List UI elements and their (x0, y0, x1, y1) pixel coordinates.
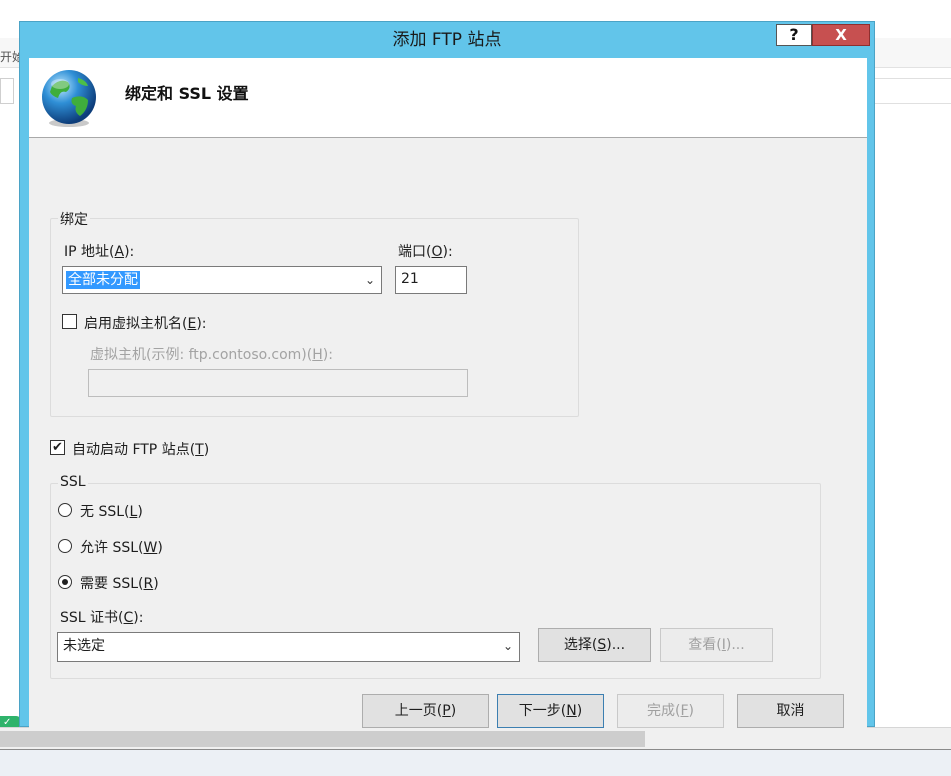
vhost-enable-checkbox[interactable] (62, 314, 77, 329)
help-button[interactable]: ? (776, 24, 812, 46)
ssl-option-none-radio[interactable] (58, 503, 72, 517)
dialog-titlebar[interactable]: 添加 FTP 站点 ? X (20, 22, 874, 58)
horizontal-scrollbar[interactable] (0, 727, 951, 749)
next-button[interactable]: 下一步(N) (497, 694, 604, 728)
chevron-down-icon: ⌄ (502, 639, 513, 653)
ssl-option-require-radio[interactable] (58, 575, 72, 589)
ip-address-label: IP 地址(A): (64, 244, 135, 260)
dialog-client-area: 绑定和 SSL 设置 绑定 IP 地址(A): 全部未分配 ⌄ 端口(O): 2… (29, 58, 867, 728)
autostart-checkbox[interactable]: ✔ (50, 440, 65, 455)
ip-address-value: 全部未分配 (66, 271, 140, 289)
ssl-cert-value: 未选定 (63, 638, 105, 654)
ssl-group-label: SSL (58, 474, 88, 490)
ssl-option-allow-label[interactable]: 允许 SSL(W) (80, 537, 163, 557)
cancel-button[interactable]: 取消 (737, 694, 844, 728)
ssl-cert-select[interactable]: 未选定 ⌄ (57, 632, 520, 662)
vhost-label: 虚拟主机(示例: ftp.contoso.com)(H): (90, 347, 333, 363)
ssl-cert-select-button[interactable]: 选择(S)... (538, 628, 651, 662)
ssl-option-require-label[interactable]: 需要 SSL(R) (80, 573, 159, 593)
vhost-input[interactable] (88, 369, 468, 397)
wizard-page-title: 绑定和 SSL 设置 (125, 84, 249, 103)
ssl-cert-view-button[interactable]: 查看(I)... (660, 628, 773, 662)
previous-button[interactable]: 上一页(P) (362, 694, 489, 728)
dialog-title: 添加 FTP 站点 (392, 30, 502, 50)
background-field-right (875, 78, 951, 104)
finish-button[interactable]: 完成(F) (617, 694, 724, 728)
ssl-option-allow-radio[interactable] (58, 539, 72, 553)
radio-selected-dot (62, 579, 68, 585)
background-status-bar (0, 749, 951, 776)
close-button[interactable]: X (812, 24, 870, 46)
globe-icon (42, 70, 96, 127)
background-field-left (0, 78, 14, 104)
chevron-down-icon: ⌄ (364, 273, 375, 287)
add-ftp-site-dialog: 添加 FTP 站点 ? X 绑定和 SSL 设置 绑定 IP 地址(A): 全部… (19, 21, 875, 728)
ssl-option-none-label[interactable]: 无 SSL(L) (80, 501, 143, 521)
scrollbar-thumb[interactable] (0, 731, 645, 747)
wizard-header: 绑定和 SSL 设置 (29, 58, 867, 138)
port-label: 端口(O): (398, 244, 453, 260)
vhost-enable-label[interactable]: 启用虚拟主机名(E): (84, 313, 207, 333)
port-input[interactable]: 21 (395, 266, 467, 294)
ssl-cert-label: SSL 证书(C): (60, 610, 144, 626)
binding-group-label: 绑定 (58, 209, 90, 229)
autostart-label[interactable]: 自动启动 FTP 站点(T) (72, 439, 209, 459)
ip-address-select[interactable]: 全部未分配 ⌄ (62, 266, 382, 294)
